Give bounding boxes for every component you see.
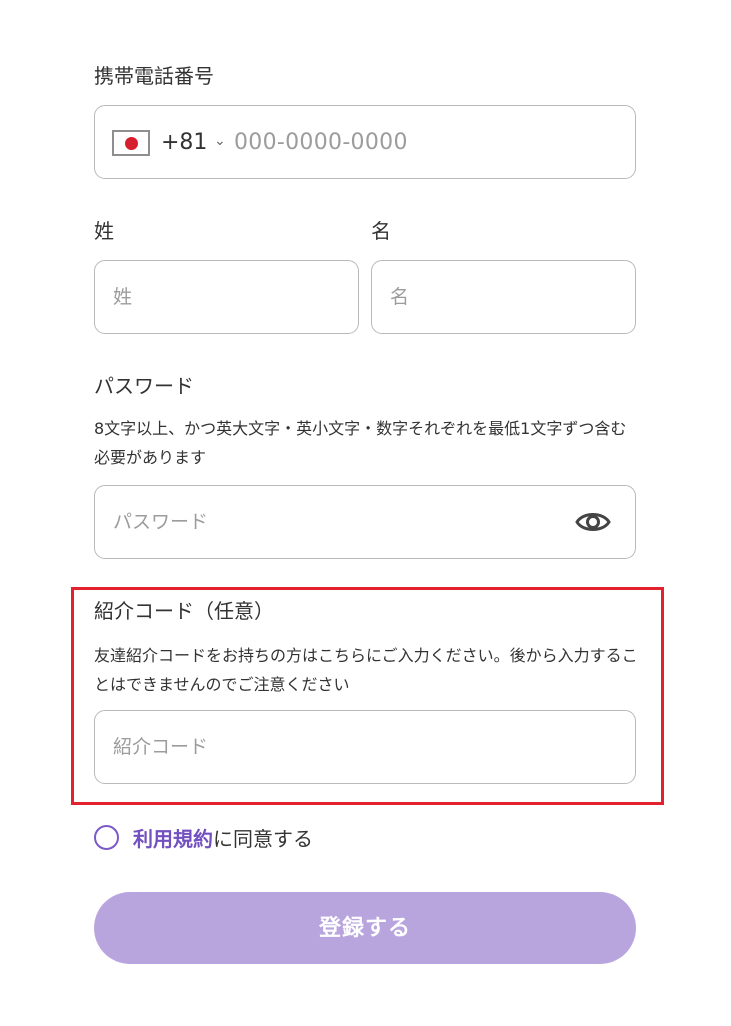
- terms-text: に同意する: [213, 826, 313, 851]
- last-name-field[interactable]: [94, 260, 359, 334]
- first-name-label: 名: [371, 219, 391, 243]
- eye-icon[interactable]: [575, 508, 611, 536]
- japan-flag-icon[interactable]: [112, 130, 150, 156]
- terms-link[interactable]: 利用規約: [133, 823, 213, 852]
- last-name-label: 姓: [94, 219, 114, 243]
- password-input[interactable]: [113, 486, 563, 558]
- password-help: 8文字以上、かつ英大文字・英小文字・数字それぞれを最低1文字ずつ含む必要がありま…: [94, 419, 627, 467]
- referral-field[interactable]: [94, 710, 636, 784]
- phone-input[interactable]: [234, 106, 624, 178]
- first-name-input[interactable]: [390, 261, 617, 333]
- phone-field[interactable]: +81 ⌄: [94, 105, 636, 179]
- terms-radio[interactable]: [94, 824, 119, 850]
- phone-label: 携帯電話番号: [94, 64, 214, 88]
- terms-row: 利用規約 に同意する: [94, 822, 313, 852]
- flag-circle: [125, 137, 138, 150]
- first-name-field[interactable]: [371, 260, 636, 334]
- register-button[interactable]: 登録する: [94, 892, 636, 964]
- referral-input[interactable]: [113, 711, 617, 783]
- country-code[interactable]: +81: [161, 130, 207, 156]
- referral-label: 紹介コード（任意）: [94, 599, 274, 623]
- password-label: パスワード: [94, 374, 194, 398]
- chevron-down-icon[interactable]: ⌄: [214, 132, 226, 150]
- password-field[interactable]: [94, 485, 636, 559]
- referral-help: 友達紹介コードをお持ちの方はこちらにご入力ください。後から入力することはできませ…: [94, 646, 638, 694]
- last-name-input[interactable]: [113, 261, 340, 333]
